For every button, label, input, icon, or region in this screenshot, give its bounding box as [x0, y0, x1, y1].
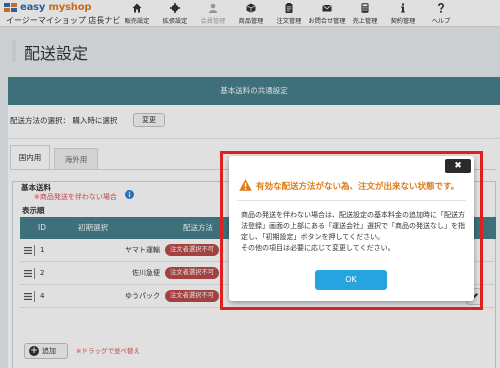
warning-dialog: ✖ 有効な配送方法がない為、注文が出来ない状態です。 商品の発送を伴わない場合は… [229, 156, 474, 301]
warning-triangle-icon [239, 179, 252, 191]
dialog-divider [237, 200, 466, 201]
dialog-body: 商品の発送を伴わない場合は、配送設定の基本料金の追加時に「配送方法登録」画面の上… [241, 210, 467, 254]
ok-button[interactable]: OK [315, 270, 387, 290]
dialog-message: 商品の発送を伴わない場合は、配送設定の基本料金の追加時に「配送方法登録」画面の上… [241, 211, 465, 241]
dialog-message: その他の項目は必要に応じて変更してください。 [241, 244, 395, 252]
dialog-title: 有効な配送方法がない為、注文が出来ない状態です。 [256, 182, 460, 192]
close-button[interactable]: ✖ [445, 159, 471, 173]
